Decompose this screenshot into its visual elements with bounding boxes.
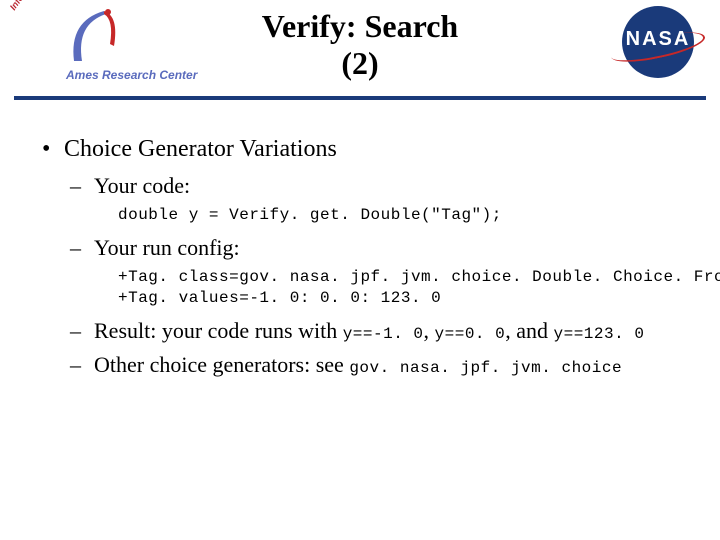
slide-header: Information Sciences & Technology Ames R…: [14, 0, 706, 100]
result-sep2: , and: [505, 318, 553, 343]
bullet-choice-generator: Choice Generator Variations: [42, 136, 698, 163]
slide-body: Choice Generator Variations Your code: d…: [0, 100, 720, 378]
nasa-word: NASA: [614, 28, 702, 51]
slide: Information Sciences & Technology Ames R…: [0, 0, 720, 540]
result-prefix: Result: your code runs with: [94, 318, 343, 343]
slide-title: Verify: Search (2): [14, 8, 706, 82]
code-run-config-line1: +Tag. class=gov. nasa. jpf. jvm. choice.…: [118, 268, 720, 286]
nasa-logo: NASA: [614, 6, 702, 80]
result-c2: y==0. 0: [435, 325, 506, 343]
sub-other: Other choice generators: see gov. nasa. …: [70, 352, 698, 378]
title-line-1: Verify: Search: [14, 8, 706, 45]
sub-result: Result: your code runs with y==-1. 0, y=…: [70, 318, 698, 344]
result-c3: y==123. 0: [554, 325, 645, 343]
other-code: gov. nasa. jpf. jvm. choice: [349, 359, 622, 377]
sub-run-config: Your run config:: [70, 235, 698, 261]
sub-your-code: Your code:: [70, 173, 698, 199]
code-run-config: +Tag. class=gov. nasa. jpf. jvm. choice.…: [118, 267, 698, 310]
code-your-code: double y = Verify. get. Double("Tag");: [118, 205, 698, 227]
title-line-2: (2): [14, 45, 706, 82]
code-run-config-line2: +Tag. values=-1. 0: 0. 0: 123. 0: [118, 289, 441, 307]
result-sep1: ,: [424, 318, 435, 343]
other-prefix: Other choice generators: see: [94, 352, 349, 377]
result-c1: y==-1. 0: [343, 325, 424, 343]
